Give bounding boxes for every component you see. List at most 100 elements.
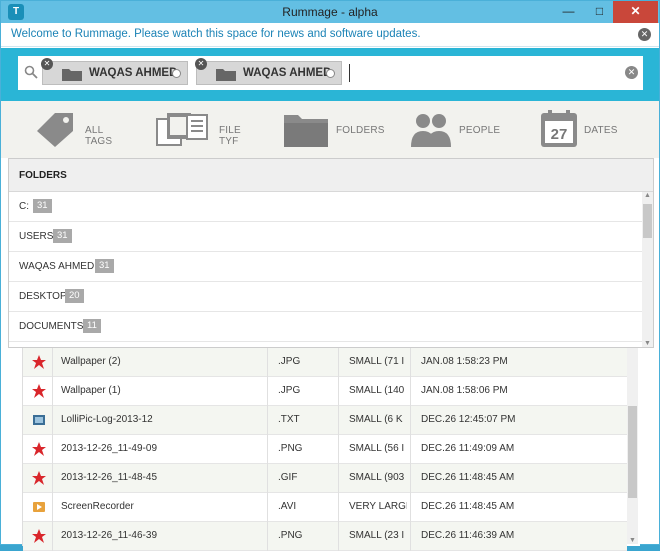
text-file-icon [33, 415, 45, 425]
file-name: 2013-12-26_11-46-39 [61, 530, 158, 541]
chip-handle-icon [172, 69, 181, 78]
image-icon [32, 355, 46, 369]
image-icon [32, 384, 46, 398]
tab-label: PEOPLE [459, 125, 501, 136]
tab-file-types[interactable]: FILE TYF [155, 101, 255, 158]
file-ext: .TXT [278, 414, 300, 425]
search-input[interactable]: ✕ WAQAS AHMED ✕ WAQAS AHMED ✕ [18, 56, 643, 90]
folder-row[interactable]: C: 31 [9, 192, 642, 222]
search-filter-chip[interactable]: ✕ WAQAS AHMED [41, 58, 188, 85]
search-bar: ✕ WAQAS AHMED ✕ WAQAS AHMED ✕ [1, 48, 659, 101]
count-badge: 31 [53, 229, 72, 243]
calendar-icon: 27 [541, 110, 577, 147]
file-ext: .JPG [278, 385, 301, 396]
scroll-down-icon[interactable]: ▼ [627, 537, 638, 544]
folder-name: C: [19, 201, 29, 212]
tab-label: FILE TYF [219, 125, 241, 147]
file-date: DEC.26 11:49:09 AM [421, 443, 515, 454]
banner-text: Welcome to Rummage. Please watch this sp… [11, 28, 421, 40]
chip-handle-icon [326, 69, 335, 78]
title-bar[interactable]: T Rummage - alpha — □ ✕ [1, 1, 659, 23]
image-icon [32, 529, 46, 543]
search-filter-chip[interactable]: ✕ WAQAS AHMED [195, 58, 342, 85]
table-row[interactable]: 2013-12-26_11-46-39 .PNG SMALL (23 I DEC… [23, 522, 627, 551]
banner-close-icon[interactable]: ✕ [638, 28, 651, 41]
file-ext: .AVI [278, 501, 297, 512]
table-row[interactable]: Wallpaper (2) .JPG SMALL (71 I JAN.08 1:… [23, 348, 627, 377]
text-cursor [349, 64, 350, 82]
file-ext: .GIF [278, 472, 298, 483]
file-ext: .JPG [278, 356, 301, 367]
folders-scrollbar[interactable]: ▲ ▼ [642, 192, 653, 347]
scroll-thumb[interactable] [628, 406, 637, 498]
app-window: T Rummage - alpha — □ ✕ Welcome to Rumma… [0, 0, 660, 551]
file-name: ScreenRecorder [61, 501, 134, 512]
news-banner: Welcome to Rummage. Please watch this sp… [1, 23, 659, 47]
scroll-thumb[interactable] [643, 204, 652, 238]
folder-row[interactable]: DOCUMENTS 11 [9, 312, 642, 342]
folders-panel: FOLDERS C: 31 USERS 31 WAQAS AHMED 31 DE… [8, 158, 654, 348]
tab-people[interactable]: PEOPLE [409, 101, 509, 158]
folder-name: USERS [19, 231, 54, 242]
table-row[interactable]: ScreenRecorder .AVI VERY LARGI DEC.26 11… [23, 493, 627, 522]
table-row[interactable]: 2013-12-26_11-49-09 .PNG SMALL (56 I DEC… [23, 435, 627, 464]
file-list-scrollbar[interactable]: ▼ [627, 348, 638, 544]
tab-dates[interactable]: 27 DATES [539, 101, 639, 158]
video-file-icon [33, 502, 45, 512]
file-date: DEC.26 11:48:45 AM [421, 501, 515, 512]
file-size: SMALL (6 K [349, 414, 403, 425]
minimize-button[interactable]: — [555, 1, 582, 23]
chip-label: WAQAS AHMED [243, 67, 332, 79]
people-icon [411, 114, 451, 147]
image-icon [32, 442, 46, 456]
file-size: VERY LARGI [349, 501, 407, 512]
file-name: LolliPic-Log-2013-12 [61, 414, 153, 425]
tab-all-tags[interactable]: ALL TAGS [33, 101, 133, 158]
file-date: JAN.08 1:58:06 PM [421, 385, 508, 396]
file-name: Wallpaper (1) [61, 385, 121, 396]
file-date: JAN.08 1:58:23 PM [421, 356, 508, 367]
scroll-up-icon[interactable]: ▲ [642, 192, 653, 199]
count-badge: 20 [65, 289, 84, 303]
file-ext: .PNG [278, 443, 303, 454]
folder-icon [284, 115, 328, 147]
file-size: SMALL (140 [349, 385, 405, 396]
folder-name: DESKTOP [19, 291, 67, 302]
file-size: SMALL (23 I [349, 530, 405, 541]
file-ext: .PNG [278, 530, 303, 541]
folder-row[interactable]: DESKTOP 20 [9, 282, 642, 312]
file-date: DEC.26 11:48:45 AM [421, 472, 515, 483]
chip-label: WAQAS AHMED [89, 67, 178, 79]
file-size: SMALL (903 [349, 472, 405, 483]
file-date: DEC.26 11:46:39 AM [421, 530, 515, 541]
filter-tabs: ALL TAGS FILE TYF FOLDERS PEOPLE 27 DATE… [1, 101, 659, 158]
calendar-day: 27 [551, 126, 568, 143]
table-row[interactable]: LolliPic-Log-2013-12 .TXT SMALL (6 K DEC… [23, 406, 627, 435]
folder-name: DOCUMENTS [19, 321, 84, 332]
image-icon [32, 471, 46, 485]
folder-row[interactable]: USERS 31 [9, 222, 642, 252]
chip-remove-icon[interactable]: ✕ [41, 58, 53, 70]
tag-icon [37, 113, 73, 147]
maximize-button[interactable]: □ [586, 1, 613, 23]
scroll-down-icon[interactable]: ▼ [642, 340, 653, 347]
count-badge: 31 [95, 259, 114, 273]
folder-icon [62, 69, 82, 81]
tab-folders[interactable]: FOLDERS [282, 101, 385, 158]
tab-label: ALL TAGS [85, 125, 113, 147]
count-badge: 11 [83, 319, 101, 333]
chip-remove-icon[interactable]: ✕ [195, 58, 207, 70]
table-row[interactable]: Wallpaper (1) .JPG SMALL (140 JAN.08 1:5… [23, 377, 627, 406]
tab-label: FOLDERS [336, 125, 385, 136]
file-list: Wallpaper (2) .JPG SMALL (71 I JAN.08 1:… [22, 348, 640, 551]
count-badge: 31 [33, 199, 52, 213]
file-name: Wallpaper (2) [61, 356, 121, 367]
folder-icon [216, 69, 236, 81]
file-size: SMALL (71 I [349, 356, 405, 367]
table-row[interactable]: 2013-12-26_11-48-45 .GIF SMALL (903 DEC.… [23, 464, 627, 493]
panel-title: FOLDERS [19, 170, 67, 181]
search-clear-icon[interactable]: ✕ [625, 66, 638, 79]
file-name: 2013-12-26_11-49-09 [61, 443, 158, 454]
folder-row[interactable]: WAQAS AHMED 31 [9, 252, 642, 282]
close-button[interactable]: ✕ [613, 1, 658, 23]
